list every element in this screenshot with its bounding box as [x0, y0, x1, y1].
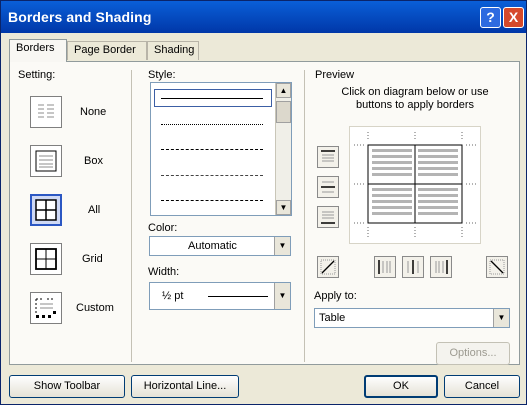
width-value: ½ pt: [162, 290, 184, 302]
setting-label: Setting:: [18, 69, 56, 81]
apply-to-value: Table: [319, 312, 346, 324]
scroll-thumb[interactable]: [276, 101, 291, 123]
style-list[interactable]: ▲ ▼: [150, 82, 292, 216]
setting-box-icon[interactable]: [30, 145, 62, 177]
inside-horizontal-border-button[interactable]: [317, 176, 339, 198]
left-border-button[interactable]: [374, 256, 396, 278]
scroll-up-arrow-icon[interactable]: ▲: [276, 83, 291, 98]
setting-all-icon[interactable]: [30, 194, 62, 226]
preview-diagram[interactable]: [349, 126, 481, 244]
color-value: Automatic: [188, 240, 237, 252]
width-sample-line: [208, 296, 268, 297]
divider-right: [304, 70, 305, 362]
style-long-dashed-line[interactable]: [161, 175, 263, 176]
setting-custom-label[interactable]: Custom: [76, 302, 114, 314]
bottom-border-button[interactable]: [317, 206, 339, 228]
options-button[interactable]: Options...: [436, 342, 510, 365]
right-border-button[interactable]: [430, 256, 452, 278]
tab-borders[interactable]: Borders: [9, 39, 67, 62]
chevron-down-icon[interactable]: ▼: [274, 283, 290, 309]
borders-and-shading-dialog: Borders and Shading ? X Borders Page Bor…: [0, 0, 527, 405]
color-label: Color:: [148, 222, 178, 234]
style-scrollbar[interactable]: ▲ ▼: [275, 83, 291, 215]
cancel-button[interactable]: Cancel: [444, 375, 520, 398]
style-dash-dot-line[interactable]: [161, 200, 263, 201]
close-button[interactable]: X: [503, 7, 524, 28]
setting-none-label[interactable]: None: [80, 106, 106, 118]
preview-instructions: Click on diagram below or use buttons to…: [341, 86, 489, 111]
preview-label: Preview: [315, 69, 355, 81]
style-dashed-line[interactable]: [161, 149, 263, 150]
style-dotted-line[interactable]: [161, 124, 263, 125]
chevron-down-icon[interactable]: ▼: [493, 309, 509, 327]
apply-to-dropdown[interactable]: Table ▼: [314, 308, 510, 328]
diagonal-down-border-button[interactable]: [317, 256, 339, 278]
setting-box-label[interactable]: Box: [84, 155, 103, 167]
borders-tab-pane: Setting: None Box All Grid Custom Style:…: [9, 61, 520, 365]
ok-button[interactable]: OK: [364, 375, 438, 398]
divider-left: [131, 70, 132, 362]
scroll-down-arrow-icon[interactable]: ▼: [276, 200, 291, 215]
apply-to-label: Apply to:: [314, 290, 357, 302]
setting-grid-label[interactable]: Grid: [82, 253, 103, 265]
width-label: Width:: [148, 266, 180, 278]
tab-page-border[interactable]: Page Border: [67, 41, 147, 60]
top-border-button[interactable]: [317, 146, 339, 168]
help-button[interactable]: ?: [480, 7, 501, 28]
horizontal-line-button[interactable]: Horizontal Line...: [131, 375, 239, 398]
chevron-down-icon[interactable]: ▼: [274, 237, 290, 255]
diagonal-up-border-button[interactable]: [486, 256, 508, 278]
setting-all-label[interactable]: All: [88, 204, 100, 216]
title-bar[interactable]: Borders and Shading ? X: [1, 1, 526, 33]
setting-none-icon[interactable]: [30, 96, 62, 128]
show-toolbar-button[interactable]: Show Toolbar: [9, 375, 125, 398]
setting-grid-icon[interactable]: [30, 243, 62, 275]
style-label: Style:: [148, 69, 176, 81]
dialog-title: Borders and Shading: [8, 9, 152, 25]
width-dropdown[interactable]: ½ pt ▼: [149, 282, 291, 310]
style-solid-line[interactable]: [161, 98, 263, 99]
setting-custom-icon[interactable]: [30, 292, 62, 324]
inside-vertical-border-button[interactable]: [402, 256, 424, 278]
color-dropdown[interactable]: Automatic ▼: [149, 236, 291, 256]
tab-shading[interactable]: Shading: [147, 41, 199, 60]
